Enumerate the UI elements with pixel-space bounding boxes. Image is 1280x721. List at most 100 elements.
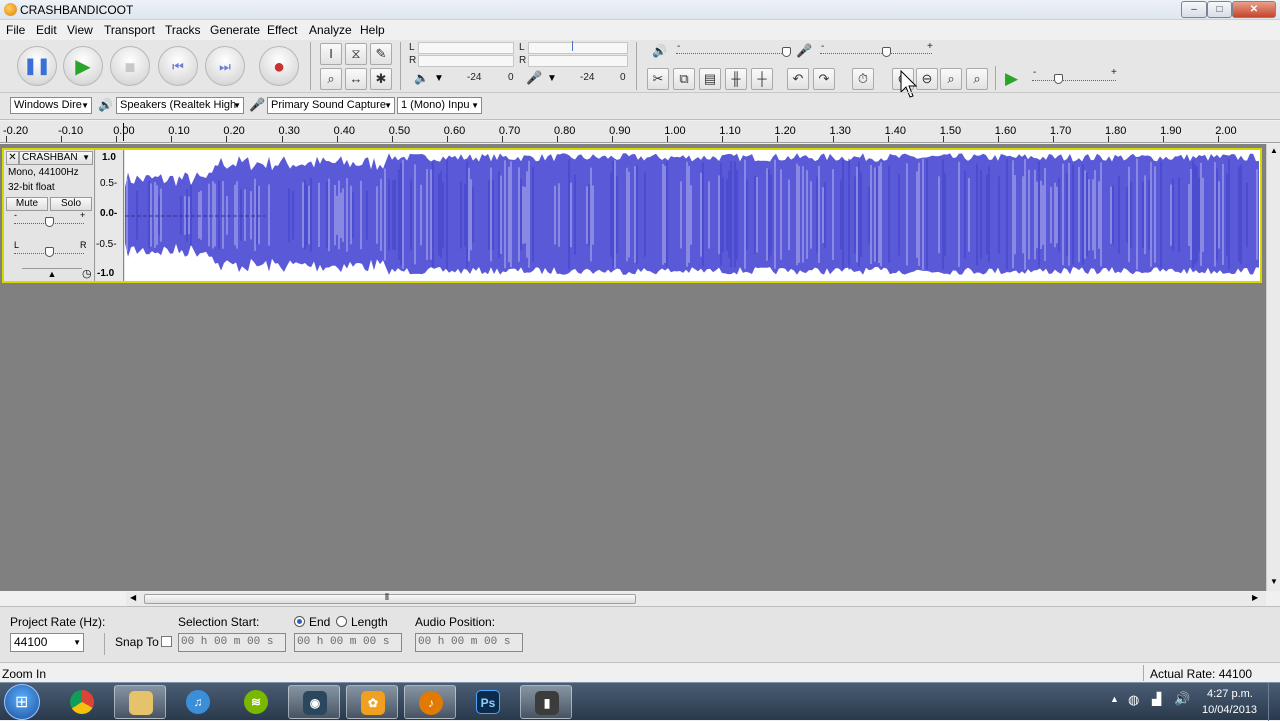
- clock-date[interactable]: 10/04/2013: [1202, 704, 1257, 716]
- menu-tracks[interactable]: Tracks: [165, 23, 201, 37]
- meter-left-label: L: [409, 42, 415, 53]
- selection-start-time[interactable]: 00 h 00 m 00 s: [178, 633, 286, 652]
- taskbar-steam[interactable]: ◉: [288, 685, 340, 719]
- selection-end-time[interactable]: 00 h 00 m 00 s: [294, 633, 402, 652]
- menu-generate[interactable]: Generate: [210, 23, 260, 37]
- fit-project-button[interactable]: ⌕: [966, 68, 988, 90]
- folder-icon: [129, 691, 153, 715]
- chevron-down-icon: ▼: [73, 638, 81, 647]
- minimize-button[interactable]: –: [1181, 1, 1207, 18]
- skip-to-end-button[interactable]: ⏭: [205, 46, 245, 86]
- mute-button[interactable]: Mute: [6, 197, 48, 211]
- play-speed-knob[interactable]: [1054, 74, 1063, 84]
- taskbar-audacity[interactable]: ♪: [404, 685, 456, 719]
- scroll-up-icon[interactable]: ▲: [1270, 146, 1278, 155]
- multi-tool[interactable]: ✱: [370, 68, 392, 90]
- audio-track[interactable]: ✕ CRASHBAN ▼ Mono, 44100Hz 32-bit float …: [2, 148, 1262, 283]
- close-button[interactable]: ✕: [1232, 1, 1276, 18]
- network-globe-icon[interactable]: ◍: [1128, 692, 1139, 708]
- maximize-button[interactable]: □: [1207, 1, 1232, 18]
- horizontal-scroll-thumb[interactable]: ⦀: [144, 592, 636, 604]
- menu-transport[interactable]: Transport: [104, 23, 155, 37]
- record-meter-menu-arrow[interactable]: ▼: [547, 73, 557, 84]
- output-volume-knob[interactable]: [782, 47, 791, 57]
- menu-analyze[interactable]: Analyze: [309, 23, 352, 37]
- zoom-out-button[interactable]: ⊖: [916, 68, 938, 90]
- project-rate-select[interactable]: 44100 ▼: [10, 633, 84, 652]
- track-name-menu[interactable]: CRASHBAN ▼: [19, 151, 93, 165]
- waveform[interactable]: [125, 150, 1260, 281]
- redo-button[interactable]: ↷: [813, 68, 835, 90]
- output-volume-slider[interactable]: [676, 53, 788, 54]
- length-radio[interactable]: [336, 616, 347, 627]
- rec-meter-left-label: L: [519, 42, 525, 53]
- scroll-right-icon[interactable]: ▶: [1252, 593, 1258, 602]
- solo-button[interactable]: Solo: [50, 197, 92, 211]
- audio-position-time[interactable]: 00 h 00 m 00 s: [415, 633, 523, 652]
- timeline-ruler[interactable]: -0.20-0.100.000.100.200.300.400.500.600.…: [0, 121, 1280, 143]
- selection-tool[interactable]: I: [320, 43, 342, 65]
- undo-button[interactable]: ↶: [787, 68, 809, 90]
- collapse-track-button[interactable]: ▲: [22, 268, 82, 280]
- play-button[interactable]: ▶: [63, 46, 103, 86]
- start-button[interactable]: ⊞: [4, 684, 40, 720]
- trim-button[interactable]: ╫: [725, 68, 747, 90]
- stop-button[interactable]: ■: [110, 46, 150, 86]
- taskbar-explorer[interactable]: [114, 685, 166, 719]
- audio-host-select[interactable]: Windows Dire ▼: [10, 97, 92, 114]
- copy-button[interactable]: ⧉: [673, 68, 695, 90]
- input-device-select[interactable]: Primary Sound Capture ▼: [267, 97, 395, 114]
- output-device-select[interactable]: Speakers (Realtek High ▼: [116, 97, 244, 114]
- input-channels-value: 1 (Mono) Inpu: [401, 99, 470, 111]
- play-at-speed-button[interactable]: ▶: [1005, 69, 1018, 89]
- menu-effect[interactable]: Effect: [267, 23, 297, 37]
- snap-to-checkbox[interactable]: [161, 636, 172, 647]
- input-volume-knob[interactable]: [882, 47, 891, 57]
- draw-tool[interactable]: ✎: [370, 43, 392, 65]
- fit-selection-button[interactable]: ⌕: [940, 68, 962, 90]
- playback-meter-menu-arrow[interactable]: ▼: [434, 73, 444, 84]
- menu-edit[interactable]: Edit: [36, 23, 57, 37]
- show-desktop-button[interactable]: [1268, 683, 1280, 721]
- cut-button[interactable]: ✂: [647, 68, 669, 90]
- speed-minus-label: -: [1033, 67, 1037, 78]
- time-shift-tool[interactable]: ↔: [345, 68, 367, 90]
- skip-to-start-button[interactable]: ⏮: [158, 46, 198, 86]
- playhead-marker[interactable]: [123, 123, 124, 141]
- signal-icon[interactable]: ▟: [1152, 692, 1161, 706]
- magnifier-icon: ⌕: [327, 71, 335, 86]
- pause-button[interactable]: ❚❚: [17, 46, 57, 86]
- envelope-tool[interactable]: ⧖: [345, 43, 367, 65]
- input-volume-slider[interactable]: [820, 53, 932, 54]
- sync-lock-button[interactable]: ⏱: [852, 68, 874, 90]
- record-button[interactable]: ●: [259, 46, 299, 86]
- pan-slider-knob[interactable]: [45, 247, 54, 257]
- silence-button[interactable]: ┼: [751, 68, 773, 90]
- scroll-left-icon[interactable]: ◀: [130, 593, 136, 602]
- ruler-tick-mark: [6, 136, 7, 142]
- horizontal-scrollbar[interactable]: ◀ ⦀ ▶: [126, 592, 1266, 606]
- taskbar-itunes[interactable]: ♫: [172, 685, 224, 719]
- menu-help[interactable]: Help: [360, 23, 385, 37]
- scroll-down-icon[interactable]: ▼: [1270, 577, 1278, 586]
- clock-time[interactable]: 4:27 p.m.: [1207, 688, 1253, 700]
- paste-button[interactable]: ▤: [699, 68, 721, 90]
- end-radio[interactable]: [294, 616, 305, 627]
- toolbar-divider: [636, 42, 637, 90]
- taskbar-media-app[interactable]: ▮: [520, 685, 572, 719]
- silence-icon: ┼: [757, 71, 767, 86]
- menu-file[interactable]: File: [6, 23, 25, 37]
- zoom-tool[interactable]: ⌕: [320, 68, 342, 90]
- taskbar-fl-studio[interactable]: ✿: [346, 685, 398, 719]
- taskbar-spotify[interactable]: ≋: [230, 685, 282, 719]
- taskbar-photoshop[interactable]: Ps: [462, 685, 514, 719]
- vertical-scrollbar[interactable]: ▲ ▼: [1266, 144, 1280, 591]
- input-channels-select[interactable]: 1 (Mono) Inpu ▼: [397, 97, 482, 114]
- volume-tray-icon[interactable]: 🔊: [1174, 691, 1190, 707]
- taskbar-chrome[interactable]: [56, 685, 108, 719]
- menu-view[interactable]: View: [67, 23, 93, 37]
- play-speed-slider[interactable]: [1032, 80, 1116, 81]
- tray-expand-icon[interactable]: ▲: [1110, 694, 1119, 704]
- gain-slider-knob[interactable]: [45, 217, 54, 227]
- track-close-button[interactable]: ✕: [6, 151, 19, 165]
